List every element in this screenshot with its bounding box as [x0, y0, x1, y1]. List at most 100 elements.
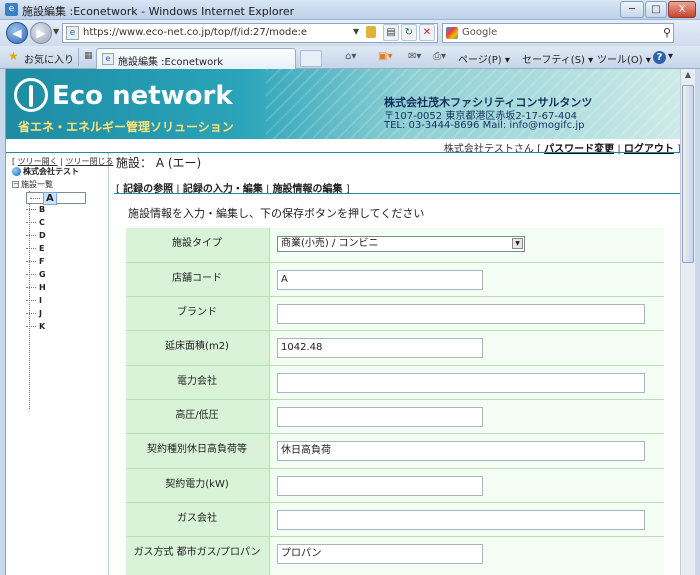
- stop-icon[interactable]: ✕: [419, 24, 435, 41]
- favorites-star-icon[interactable]: ★: [8, 49, 19, 63]
- tree-close-link[interactable]: ツリー閉じる: [65, 157, 113, 166]
- tree-item-c[interactable]: C: [26, 218, 86, 230]
- lock-icon[interactable]: [366, 26, 376, 38]
- tools-menu[interactable]: ツール(O) ▾: [597, 51, 651, 66]
- facility-type-select[interactable]: 商業(小売) / コンビニ ▼: [277, 236, 525, 252]
- page-content: Eco network 省エネ・エネルギー管理ソリューション 株式会社茂木ファシ…: [5, 69, 680, 575]
- field-cell: [269, 400, 664, 433]
- field-label: ガス会社: [177, 513, 217, 524]
- safety-menu[interactable]: セーフティ(S) ▾: [522, 51, 593, 66]
- form-row-contract-type: 契約種別休日高負荷等 休日高負荷: [126, 434, 664, 469]
- tree-item-a[interactable]: A: [26, 192, 86, 205]
- form-row-contract-power: 契約電力(kW): [126, 469, 664, 503]
- password-change-link[interactable]: パスワード変更: [544, 144, 614, 155]
- brand-input[interactable]: [277, 304, 645, 324]
- chevron-down-icon[interactable]: ▼: [512, 238, 523, 249]
- safety-menu-label: セーフティ(S): [522, 55, 585, 66]
- address-bar[interactable]: e https://www.eco-net.co.jp/top/f/id:27/…: [62, 23, 438, 43]
- divider: [78, 48, 79, 66]
- site-header: Eco network 省エネ・エネルギー管理ソリューション 株式会社茂木ファシ…: [6, 69, 680, 139]
- tree-root[interactable]: 株式会社テスト: [12, 166, 79, 177]
- page-menu[interactable]: ページ(P) ▾: [458, 51, 510, 66]
- mail-icon[interactable]: ✉▾: [408, 51, 421, 62]
- field-cell: [269, 366, 664, 399]
- field-label: 店舗コード: [172, 273, 222, 284]
- field-label: 高圧/低圧: [175, 410, 219, 421]
- field-cell: プロパン: [269, 537, 664, 575]
- url-dropdown-icon[interactable]: ▼: [353, 27, 359, 36]
- field-label: ブランド: [177, 307, 217, 318]
- help-icon[interactable]: ?: [653, 51, 666, 64]
- forward-button[interactable]: ▶: [30, 22, 52, 44]
- favorites-button[interactable]: お気に入り: [24, 51, 74, 66]
- new-tab-button[interactable]: [300, 50, 322, 67]
- tree-item-b[interactable]: B: [26, 205, 86, 217]
- scrollbar-thumb[interactable]: [682, 85, 694, 263]
- search-placeholder[interactable]: Google: [462, 27, 497, 38]
- tree-item-e[interactable]: E: [26, 244, 86, 256]
- tree-item-h[interactable]: H: [26, 283, 86, 295]
- field-cell: [269, 503, 664, 536]
- globe-icon: [12, 167, 21, 176]
- help-dropdown-icon[interactable]: ▾: [668, 51, 673, 62]
- voltage-input[interactable]: [277, 407, 483, 427]
- power-company-input[interactable]: [277, 373, 645, 393]
- tree-item-f[interactable]: F: [26, 257, 86, 269]
- tree-item-label: H: [39, 283, 46, 292]
- feeds-icon[interactable]: ▣▾: [378, 51, 392, 62]
- tree-item-k[interactable]: K: [26, 322, 86, 334]
- floor-area-input[interactable]: 1042.48: [277, 338, 483, 358]
- tree-item-label: F: [39, 257, 45, 266]
- collapse-icon[interactable]: −: [12, 181, 19, 188]
- url-text[interactable]: https://www.eco-net.co.jp/top/f/id:27/mo…: [83, 27, 307, 38]
- sidebar: [ ツリー開く | ツリー閉じる ] 株式会社テスト − 施設一覧 A B C D…: [6, 153, 119, 575]
- close-button[interactable]: X: [668, 1, 696, 18]
- field-cell: 休日高負荷: [269, 434, 664, 468]
- field-label: 施設タイプ: [172, 238, 222, 249]
- tab-page-icon: e: [102, 53, 114, 65]
- gas-company-input[interactable]: [277, 510, 645, 530]
- logo-leaf-icon: [14, 78, 48, 112]
- compat-view-icon[interactable]: ▤: [383, 24, 399, 41]
- field-cell: 商業(小売) / コンビニ ▼: [269, 228, 664, 262]
- tools-menu-label: ツール(O): [597, 55, 643, 66]
- google-icon: [446, 27, 458, 39]
- tree-open-link[interactable]: ツリー開く: [18, 157, 58, 166]
- print-icon[interactable]: ⎙▾: [433, 51, 446, 62]
- tree-item-j[interactable]: J: [26, 309, 86, 321]
- site-logo[interactable]: Eco network: [52, 81, 233, 111]
- tree-facilities[interactable]: − 施設一覧: [12, 179, 53, 190]
- field-cell: [269, 297, 664, 330]
- browser-tab[interactable]: e 施設編集 :Econetwork: [96, 48, 296, 69]
- vertical-scrollbar[interactable]: ▲: [680, 69, 695, 575]
- form-row-voltage: 高圧/低圧: [126, 400, 664, 434]
- chevron-down-icon[interactable]: ▼: [53, 27, 59, 36]
- instruction-text: 施設情報を入力・編集し、下の保存ボタンを押してください: [128, 207, 425, 220]
- field-label: 契約種別休日高負荷等: [147, 444, 247, 455]
- home-icon[interactable]: ⌂▾: [345, 51, 356, 62]
- tree-item-d[interactable]: D: [26, 231, 86, 243]
- scroll-up-icon[interactable]: ▲: [682, 70, 694, 83]
- contract-type-input[interactable]: 休日高負荷: [277, 441, 645, 461]
- facility-form: 施設タイプ 商業(小売) / コンビニ ▼ 店舗コード A ブランド 延床面積(: [126, 228, 664, 575]
- search-box[interactable]: Google ⚲: [442, 23, 674, 43]
- back-button[interactable]: ◀: [6, 22, 28, 44]
- field-cell: A: [269, 263, 664, 296]
- nav-divider: [114, 193, 680, 194]
- form-row-gas-type: ガス方式 都市ガス/プロパン プロパン: [126, 537, 664, 575]
- logout-link[interactable]: ログアウト: [624, 144, 674, 155]
- search-icon[interactable]: ⚲: [663, 26, 671, 39]
- tree-item-label: B: [39, 205, 46, 214]
- maximize-button[interactable]: □: [645, 1, 667, 18]
- minimize-button[interactable]: ─: [620, 1, 644, 18]
- tree-item-g[interactable]: G: [26, 270, 86, 282]
- store-code-input[interactable]: A: [277, 270, 483, 290]
- quick-tabs-icon[interactable]: ▦: [84, 51, 93, 61]
- contract-power-input[interactable]: [277, 476, 483, 496]
- tree-item-label: I: [39, 296, 42, 305]
- tree-item-i[interactable]: I: [26, 296, 86, 308]
- tab-title: 施設編集 :Econetwork: [118, 57, 224, 68]
- refresh-icon[interactable]: ↻: [401, 24, 417, 41]
- user-name: 株式会社テストさん: [443, 144, 534, 155]
- gas-type-input[interactable]: プロパン: [277, 544, 483, 564]
